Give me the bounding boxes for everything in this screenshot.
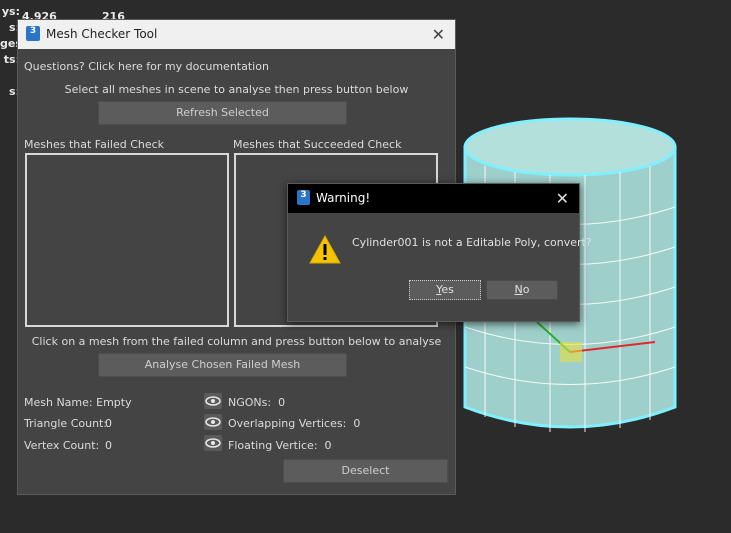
warning-title: Warning! — [316, 191, 371, 205]
triangle-count-value: 0 — [105, 417, 112, 430]
warning-titlebar[interactable]: 3 Warning! ✕ — [288, 184, 579, 213]
eye-icon[interactable] — [204, 393, 222, 409]
no-button[interactable]: No — [486, 280, 558, 300]
3dsmax-icon: 3 — [26, 26, 40, 41]
warning-message: Cylinder001 is not a Editable Poly, conv… — [352, 236, 592, 249]
deselect-button[interactable]: Deselect — [283, 459, 448, 483]
analyse-failed-mesh-button[interactable]: Analyse Chosen Failed Mesh — [98, 353, 347, 377]
select-instruction: Select all meshes in scene to analyse th… — [64, 83, 409, 96]
mesh-name-label: Mesh Name: Empty — [24, 396, 132, 409]
warning-triangle-icon — [309, 234, 341, 264]
yes-button[interactable]: Yes — [409, 280, 481, 300]
documentation-link[interactable]: Questions? Click here for my documentati… — [24, 60, 269, 73]
close-icon[interactable]: ✕ — [432, 20, 445, 49]
succeeded-list-header: Meshes that Succeeded Check — [233, 138, 402, 151]
3dsmax-icon: 3 — [297, 190, 310, 205]
vertex-count-value: 0 — [105, 439, 112, 452]
eye-icon[interactable] — [204, 414, 222, 430]
floating-vertice-label: Floating Vertice: 0 — [228, 439, 332, 452]
floating-vertice-value: 0 — [324, 439, 332, 452]
window-title: Mesh Checker Tool — [46, 27, 158, 41]
stats-row: ys: 4,926 216 — [1, 5, 125, 23]
triangle-count-label: Triangle Count: — [24, 417, 108, 430]
vertex-count-label: Vertex Count: — [24, 439, 100, 452]
overlapping-vertices-value: 0 — [353, 417, 361, 430]
overlapping-vertices-label: Overlapping Vertices: 0 — [228, 417, 361, 430]
refresh-selected-button[interactable]: Refresh Selected — [98, 101, 347, 125]
failed-meshes-list[interactable] — [25, 153, 229, 327]
analyse-instruction: Click on a mesh from the failed column a… — [31, 335, 442, 348]
ngons-value: 0 — [278, 396, 286, 409]
failed-list-header: Meshes that Failed Check — [24, 138, 165, 151]
close-icon[interactable]: ✕ — [556, 184, 569, 213]
mesh-checker-titlebar[interactable]: 3 Mesh Checker Tool ✕ — [18, 20, 455, 49]
ngons-label: NGONs: 0 — [228, 396, 286, 409]
warning-dialog: 3 Warning! ✕ Cylinder001 is not a Editab… — [287, 183, 592, 322]
eye-icon[interactable] — [204, 435, 222, 451]
mesh-name-value: Empty — [96, 396, 132, 409]
